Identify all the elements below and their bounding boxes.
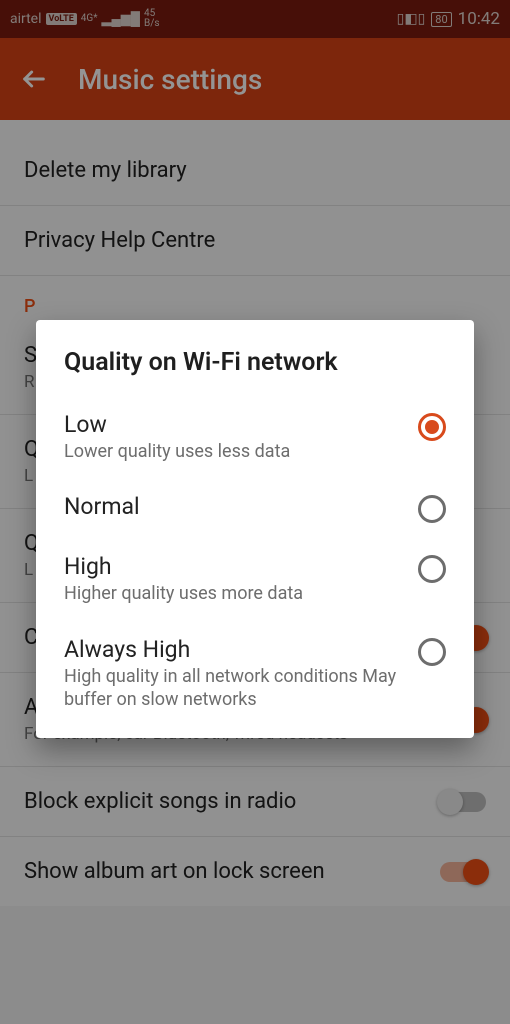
dialog-title: Quality on Wi-Fi network — [64, 348, 446, 377]
radio-high[interactable] — [418, 555, 446, 583]
option-high[interactable]: High Higher quality uses more data — [64, 541, 446, 623]
option-normal[interactable]: Normal — [64, 481, 446, 541]
radio-normal[interactable] — [418, 495, 446, 523]
radio-low[interactable] — [418, 413, 446, 441]
option-low[interactable]: Low Lower quality uses less data — [64, 399, 446, 481]
quality-dialog: Quality on Wi-Fi network Low Lower quali… — [36, 320, 474, 738]
option-always-high[interactable]: Always High High quality in all network … — [64, 624, 446, 718]
radio-always-high[interactable] — [418, 638, 446, 666]
